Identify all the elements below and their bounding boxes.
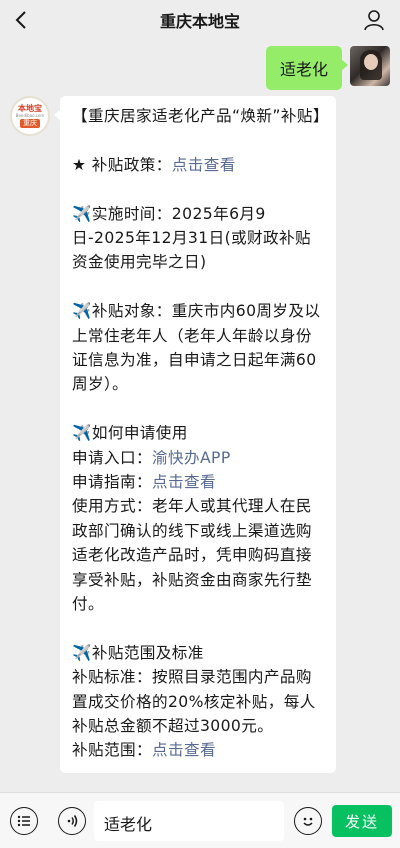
bottom-input-bar: 适老化 发送 [0,792,400,848]
airplane-icon: ✈️ [72,302,92,321]
guide-line: 申请指南：点击查看 [72,473,216,492]
self-message-bubble[interactable]: 适老化 [265,46,349,90]
bot-message-row: 本地宝 Bendibao.com 重庆 【重庆居家适老化产品“焕新”补贴】 ★ … [10,96,336,773]
standard-paragraph: 补贴标准：按照目录范围内产品购置成交价格的20%核定补贴，每人补贴总金额不超过3… [72,668,316,736]
self-avatar[interactable] [350,46,390,86]
self-message-row: 适老化 [265,46,390,90]
range-line: 补贴范围：点击查看 [72,741,216,760]
entry-link[interactable]: 渝快办APP [152,449,231,467]
send-button[interactable]: 发送 [332,805,392,837]
policy-link[interactable]: 点击查看 [172,156,236,174]
back-chevron-icon[interactable] [10,8,34,32]
chat-area[interactable]: 适老化 本地宝 Bendibao.com 重庆 【重庆居家适老化产品“焕新”补贴… [0,40,400,792]
guide-link[interactable]: 点击查看 [152,473,216,491]
airplane-icon: ✈️ [72,204,92,223]
target-paragraph: ✈️补贴对象：重庆市内60周岁及以上常住老年人（老年人年龄以身份证信息为准，自申… [72,302,321,394]
emoji-icon[interactable] [294,807,322,835]
policy-line: ★ 补贴政策：点击查看 [72,155,236,174]
airplane-icon: ✈️ [72,643,92,662]
message-input[interactable]: 适老化 [94,801,284,841]
howto-title: ✈️如何申请使用 [72,424,188,443]
scope-title: ✈️补贴范围及标准 [72,643,204,662]
menu-list-icon[interactable] [10,807,38,835]
range-link[interactable]: 点击查看 [152,741,216,759]
bot-avatar-brand: 本地宝 [18,104,42,113]
voice-icon[interactable] [58,807,86,835]
usage-paragraph: 使用方式：老年人或其代理人在民政部门确认的线下或线上渠道选购适老化改造产品时，凭… [72,497,312,614]
bot-avatar-city: 重庆 [20,119,40,128]
time-paragraph: ✈️实施时间：2025年6月9日-2025年12月31日(或财政补贴资金使用完毕… [72,204,312,272]
page-title: 重庆本地宝 [159,12,240,31]
top-bar: 重庆本地宝 [0,0,400,40]
user-profile-icon[interactable] [362,8,386,32]
bot-message-bubble[interactable]: 【重庆居家适老化产品“焕新”补贴】 ★ 补贴政策：点击查看 ✈️实施时间：202… [54,96,336,773]
message-title: 【重庆居家适老化产品“焕新”补贴】 [72,107,329,125]
bot-avatar[interactable]: 本地宝 Bendibao.com 重庆 [10,96,50,136]
entry-line: 申请入口：渝快办APP [72,448,231,467]
airplane-icon: ✈️ [72,424,92,443]
bot-avatar-domain: Bendibao.com [15,113,45,118]
